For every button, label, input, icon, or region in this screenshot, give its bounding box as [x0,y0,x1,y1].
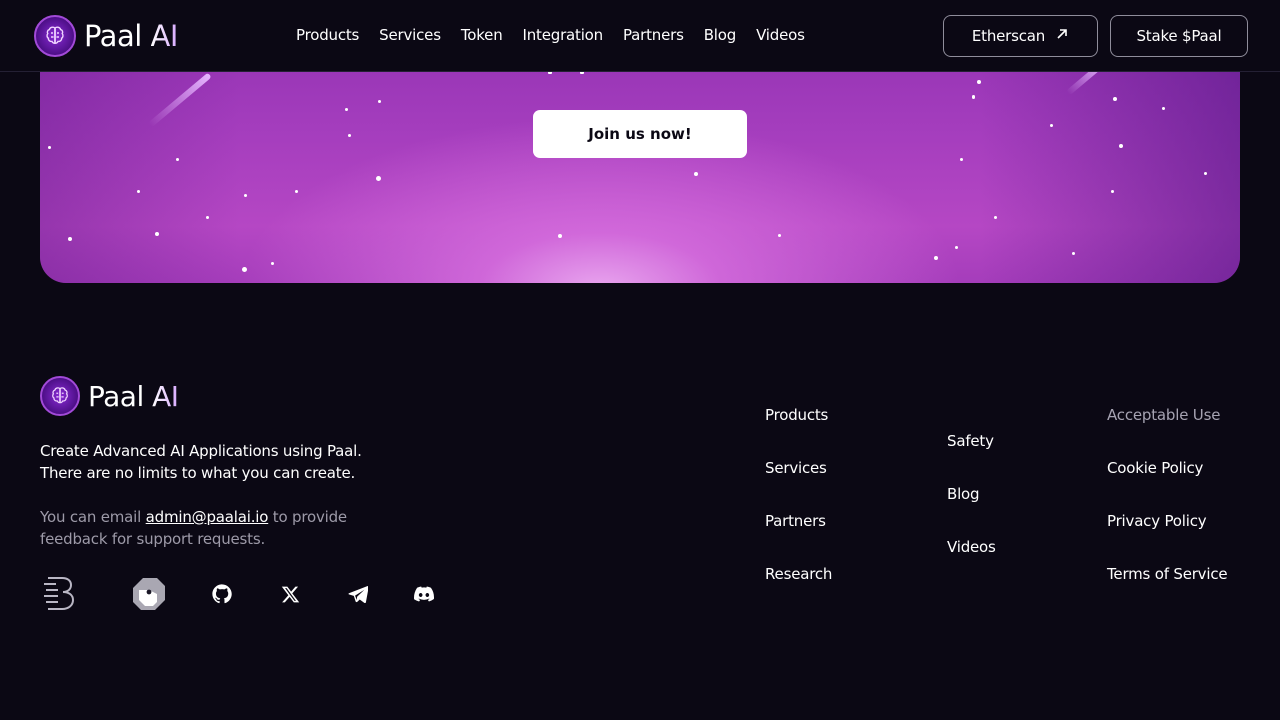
join-us-button[interactable]: Join us now! [533,110,747,158]
star [934,256,938,260]
b-logo-icon[interactable] [40,572,80,616]
discord-icon[interactable] [412,572,436,616]
footer-link-safety[interactable]: Safety [947,430,994,452]
telegram-icon[interactable] [346,572,370,616]
footer-link-blog[interactable]: Blog [947,483,980,505]
etherscan-label: Etherscan [971,27,1046,45]
contact-prefix: You can email [40,508,146,526]
star [972,96,975,99]
footer-link-products[interactable]: Products [765,404,828,426]
star [955,246,958,249]
github-icon[interactable] [210,572,234,616]
header-logo[interactable]: Paal AI [34,15,178,57]
footer-link-research[interactable]: Research [765,563,832,585]
contact-email-link[interactable]: admin@paalai.io [146,508,269,526]
star [1050,124,1053,127]
nav-integration[interactable]: Integration [523,24,604,46]
nav-products[interactable]: Products [296,24,359,46]
star [48,146,51,149]
brain-logo-icon [40,376,80,416]
star [176,158,179,161]
star [1072,252,1075,255]
stake-label: Stake $Paal [1136,27,1222,45]
star [1111,190,1114,193]
nav-partners[interactable]: Partners [623,24,684,46]
star [994,216,997,219]
star [1204,172,1207,175]
nav-blog[interactable]: Blog [704,24,737,46]
star [694,172,698,176]
star [1113,97,1117,101]
footer-link-services[interactable]: Services [765,457,827,479]
star [206,216,209,219]
footer-contact: You can email admin@paalai.io to provide… [40,506,380,550]
main-nav: Products Services Token Integration Part… [296,24,805,46]
footer-tagline: Create Advanced AI Applications using Pa… [40,440,420,484]
footer-link-terms-of-service[interactable]: Terms of Service [1107,563,1228,585]
footer-link-videos[interactable]: Videos [947,536,996,558]
x-icon[interactable] [278,572,302,616]
site-header: Paal AI Products Services Token Integrat… [0,0,1280,72]
star [778,234,781,237]
star [244,194,247,197]
brand-wordmark: Paal AI [84,19,178,53]
star [137,190,140,193]
footer-logo[interactable]: Paal AI [40,376,179,416]
brand-wordmark: Paal AI [88,379,179,413]
arrow-up-right-icon [1055,27,1069,45]
etherscan-button[interactable]: Etherscan [943,15,1098,57]
star [271,262,274,265]
star [68,237,72,241]
nav-token[interactable]: Token [461,24,503,46]
footer-link-acceptable-use[interactable]: Acceptable Use [1107,404,1220,426]
tagline-line-2: There are no limits to what you can crea… [40,464,356,482]
nav-videos[interactable]: Videos [756,24,805,46]
nav-services[interactable]: Services [379,24,441,46]
star [378,100,381,103]
gecko-logo-icon[interactable] [124,572,168,616]
star [977,80,981,84]
star [1119,144,1123,148]
star [345,108,348,111]
footer-link-cookie-policy[interactable]: Cookie Policy [1107,457,1203,479]
star [376,176,381,181]
stake-paal-button[interactable]: Stake $Paal [1110,15,1248,57]
star [348,134,351,137]
brain-logo-icon [34,15,76,57]
tagline-line-1: Create Advanced AI Applications using Pa… [40,442,362,460]
star [558,234,562,238]
footer-link-privacy-policy[interactable]: Privacy Policy [1107,510,1207,532]
star [1162,107,1165,110]
star [155,232,159,236]
star [960,158,963,161]
star [295,190,298,193]
star [242,267,247,272]
footer-link-partners[interactable]: Partners [765,510,826,532]
